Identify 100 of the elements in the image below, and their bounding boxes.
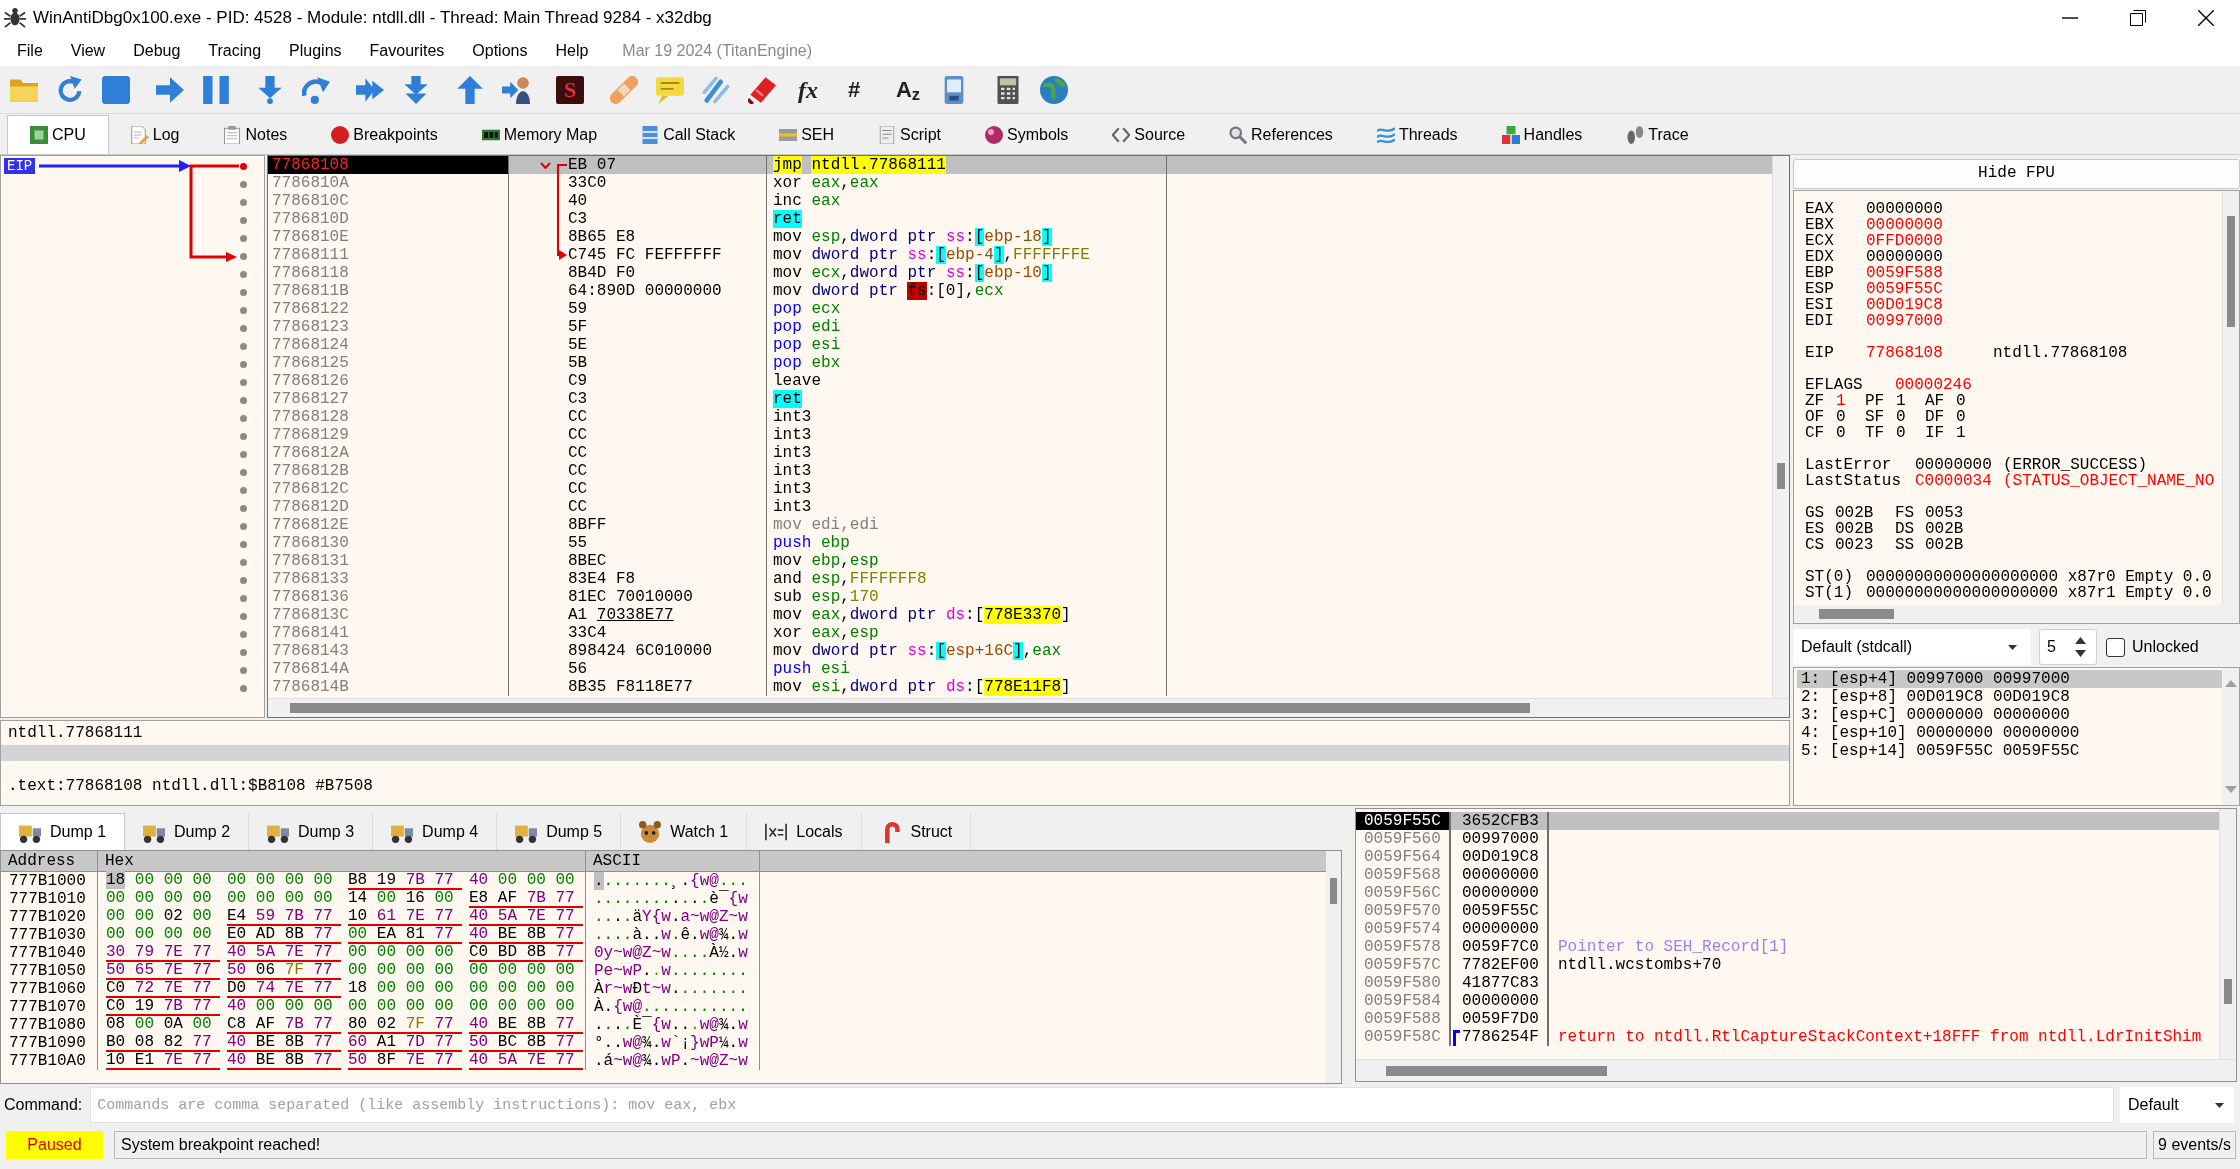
stack-row[interactable]: 0059F588 0059F7D0 — [1356, 1010, 2219, 1028]
tab[interactable]: Notes — [201, 115, 310, 154]
pause-icon[interactable] — [202, 75, 230, 104]
scrollbar[interactable] — [1356, 1059, 2236, 1081]
menu-item[interactable]: File — [3, 41, 57, 61]
menu-item[interactable]: Options — [458, 41, 542, 61]
checkbox[interactable] — [2106, 637, 2125, 657]
up-arrow-icon[interactable] — [2224, 680, 2237, 687]
scrollbar-thumb[interactable] — [2227, 216, 2235, 327]
scrollbar-thumb[interactable] — [1819, 609, 1894, 619]
down-arrow-icon[interactable] — [2224, 786, 2237, 793]
disasm-row[interactable]: 77868118 8B4D F0 mov ecx,dword ptr ss:[ebp-10] — [268, 264, 1772, 282]
tab[interactable]: Symbols — [963, 115, 1091, 154]
disasm-row[interactable]: 7786812A CC int3 — [268, 444, 1772, 462]
disasm-row[interactable]: 77868122 59 pop ecx — [268, 300, 1772, 318]
scrollbar-thumb[interactable] — [1777, 463, 1785, 489]
toolbar-glyph[interactable]: S — [556, 75, 584, 104]
command-input[interactable]: Commands are comma separated (like assembly instructions): mov eax, ebx — [90, 1087, 2114, 1123]
disasm-row[interactable]: 77868143 898424 6C010000 mov dword ptr ss:[esp+16C],eax — [268, 642, 1772, 660]
convention-dropdown[interactable]: Default (stdcall) — [1793, 629, 2031, 665]
disasm-row[interactable]: 7786812D CC int3 — [268, 498, 1772, 516]
curved-arrow-icon[interactable] — [302, 75, 330, 104]
toolbar-glyph[interactable]: fx — [794, 75, 822, 104]
tab[interactable]: Trace — [1604, 115, 1711, 154]
disasm-row[interactable]: 77868131 8BEC mov ebp,esp — [268, 552, 1772, 570]
stack-row[interactable]: 0059F560 00997000 — [1356, 830, 2219, 848]
disasm-row[interactable]: 77868111 C745 FC FEFFFFFF mov dword ptr ss:[ebp-4],FFFFFFFE — [268, 246, 1772, 264]
tab[interactable]: CPU — [7, 115, 109, 154]
down-arrow-icon[interactable] — [256, 75, 284, 104]
tab[interactable]: Threads — [1354, 115, 1480, 154]
stack-row[interactable]: 0059F574 00000000 — [1356, 920, 2219, 938]
argument-row[interactable]: 2: [esp+8] 00D019C8 00D019C8 — [1797, 688, 2222, 706]
close-icon[interactable] — [2198, 10, 2214, 26]
disasm-row[interactable]: 7786814B 8B35 F8118E77 mov esi,dword ptr ds:[778E11F8] — [268, 678, 1772, 696]
up-arrow-icon[interactable] — [456, 75, 484, 104]
restart-icon[interactable] — [56, 75, 84, 104]
column-header[interactable]: ASCII — [586, 851, 760, 871]
menu-item[interactable]: Plugins — [275, 41, 356, 61]
argument-row[interactable]: 1: [esp+4] 00997000 00997000 — [1797, 670, 2222, 688]
argument-row[interactable]: 5: [esp+14] 0059F55C 0059F55C — [1797, 742, 2222, 760]
stack-row[interactable]: 0059F58C 7786254F return to ntdll.RtlCaptureStackContext+18FFF from ntdll.LdrInitShim — [1356, 1028, 2219, 1046]
toolbar-glyph[interactable]: A$_{z}$ — [894, 75, 922, 104]
tab[interactable]: Script — [856, 115, 963, 154]
tab[interactable]: Dump 1 — [0, 813, 126, 850]
menu-item[interactable]: View — [56, 41, 120, 61]
scrollbar[interactable] — [2219, 809, 2236, 1059]
tab[interactable]: Call Stack — [619, 115, 758, 154]
tab[interactable]: References — [1207, 115, 1355, 154]
stack-row[interactable]: 0059F580 41877C83 — [1356, 974, 2219, 992]
tab[interactable]: SEH — [757, 115, 857, 154]
paperclip-icon[interactable] — [702, 75, 730, 104]
disasm-row[interactable]: 7786810E 8B65 E8 mov esp,dword ptr ss:[ebp-18] — [268, 228, 1772, 246]
tab[interactable]: Memory Map — [459, 115, 620, 154]
scrollbar[interactable] — [1772, 156, 1789, 698]
argument-count-spinner[interactable]: 5 — [2039, 629, 2097, 665]
scrollbar[interactable] — [1326, 851, 1341, 1083]
menu-item[interactable]: Favourites — [355, 41, 459, 61]
globe-icon[interactable] — [1040, 75, 1068, 104]
disasm-row[interactable]: 77868127 C3 ret — [268, 390, 1772, 408]
scrollbar[interactable] — [2222, 191, 2239, 605]
disasm-row[interactable]: 7786811B 64:890D 00000000 mov dword ptr fs:[0],ecx — [268, 282, 1772, 300]
toolbar-glyph[interactable]: # — [840, 75, 868, 104]
tab[interactable]: Log — [108, 115, 202, 154]
disasm-row[interactable]: 77868124 5E pop esi — [268, 336, 1772, 354]
stack-row[interactable]: 0059F57C 7782EF00 ntdll.wcstombs+70 — [1356, 956, 2219, 974]
marker-icon[interactable] — [748, 75, 776, 104]
disasm-row[interactable]: 77868128 CC int3 — [268, 408, 1772, 426]
disasm-row[interactable]: 77868123 5F pop edi — [268, 318, 1772, 336]
stack-row[interactable]: 0059F564 00D019C8 — [1356, 848, 2219, 866]
stop-icon[interactable] — [102, 75, 130, 104]
scrollbar-thumb[interactable] — [1330, 878, 1337, 904]
stack-row[interactable]: 0059F578 0059F7C0 Pointer to SEH_Record[1] — [1356, 938, 2219, 956]
argument-row[interactable]: 3: [esp+C] 00000000 00000000 — [1797, 706, 2222, 724]
spin-arrows-icon[interactable] — [2075, 637, 2086, 657]
disasm-row[interactable]: 77868125 5B pop ebx — [268, 354, 1772, 372]
column-header[interactable]: Address — [1, 851, 98, 871]
disasm-row[interactable]: 7786813C A1 70338E77 mov eax,dword ptr ds:[778E3370] — [268, 606, 1772, 624]
tab[interactable]: Breakpoints — [309, 115, 460, 154]
stack-row[interactable]: 0059F55C 3652CFB3 — [1356, 812, 2219, 830]
right-arrow-icon[interactable] — [156, 75, 184, 104]
disasm-row[interactable]: 7786812C CC int3 — [268, 480, 1772, 498]
scrollbar[interactable] — [268, 698, 1789, 717]
engine-dropdown[interactable]: Default — [2120, 1087, 2234, 1123]
hide-fpu-button[interactable]: Hide FPU — [1793, 159, 2240, 189]
stack-row[interactable]: 0059F584 00000000 — [1356, 992, 2219, 1010]
scrollbar-thumb[interactable] — [1386, 1065, 1607, 1076]
menu-item[interactable]: Tracing — [194, 41, 276, 61]
disasm-row[interactable]: 77868108 EB 07 jmp ntdll.77868111 — [268, 156, 1772, 174]
double-down-arrow-icon[interactable] — [402, 75, 430, 104]
restore-icon[interactable] — [2130, 10, 2146, 26]
argument-row[interactable]: 4: [esp+10] 00000000 00000000 — [1797, 724, 2222, 742]
disasm-row[interactable]: 7786810A 33C0 xor eax,eax — [268, 174, 1772, 192]
menu-item[interactable]: Help — [541, 41, 603, 61]
disasm-row[interactable]: 77868133 83E4 F8 and esp,FFFFFFF8 — [268, 570, 1772, 588]
stack-row[interactable]: 0059F56C 00000000 — [1356, 884, 2219, 902]
disasm-row[interactable]: 7786810D C3 ret — [268, 210, 1772, 228]
disasm-row[interactable]: 77868130 55 push ebp — [268, 534, 1772, 552]
stack-row[interactable]: 0059F568 00000000 — [1356, 866, 2219, 884]
disasm-row[interactable]: 77868129 CC int3 — [268, 426, 1772, 444]
scrollbar[interactable] — [2222, 668, 2239, 805]
